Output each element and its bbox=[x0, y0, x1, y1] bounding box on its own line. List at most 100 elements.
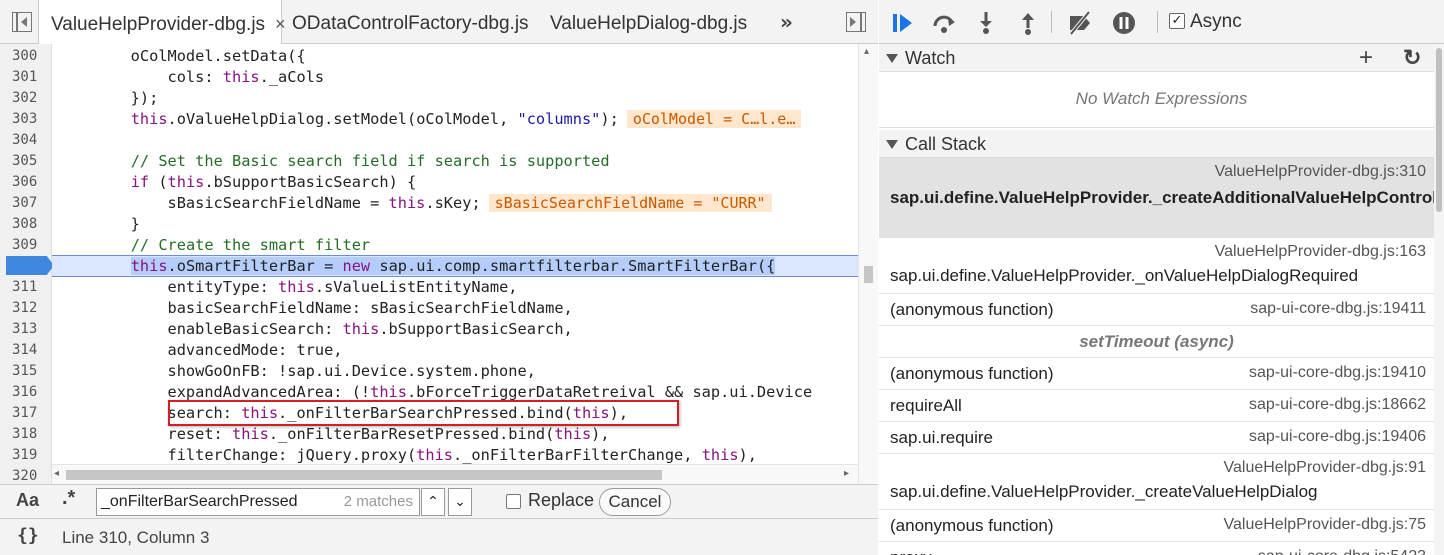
step-over-icon[interactable] bbox=[931, 10, 957, 36]
callstack-frame[interactable]: sap-ui-core-dbg.js:19406 sap.ui.require bbox=[879, 422, 1434, 454]
line-number[interactable]: 313 bbox=[0, 319, 52, 340]
sidebar-scrollbar[interactable] bbox=[1434, 44, 1444, 555]
callstack-frame[interactable]: sap-ui-core-dbg.js:19410 (anonymous funct… bbox=[879, 358, 1434, 390]
toggle-navigator-icon[interactable] bbox=[12, 12, 32, 32]
line-number[interactable]: 312 bbox=[0, 298, 52, 319]
editor-vertical-scrollbar[interactable]: ▴ bbox=[858, 44, 878, 484]
line-number[interactable]: 317 bbox=[0, 403, 52, 424]
callstack-frame[interactable]: sap-ui-core-dbg.js:18662 requireAll bbox=[879, 390, 1434, 422]
scroll-right-icon[interactable]: ▸ bbox=[844, 468, 849, 479]
tab-valuehelpdialog[interactable]: ValueHelpDialog-dbg.js bbox=[550, 0, 747, 44]
callstack-frame[interactable]: sap-ui-core-dbg.js:5423 proxy bbox=[879, 542, 1434, 555]
code-line[interactable]: entityType: this.sValueListEntityName, bbox=[57, 277, 857, 298]
line-number[interactable]: 300 bbox=[0, 46, 52, 67]
line-number[interactable]: 320 bbox=[0, 466, 52, 484]
debugger-toolbar: ✓ Async bbox=[879, 0, 1444, 44]
code-editor[interactable]: 3003013023033043053063073083093103113123… bbox=[0, 44, 878, 484]
frame-location[interactable]: sap-ui-core-dbg.js:19410 bbox=[1249, 364, 1426, 382]
frame-location[interactable]: ValueHelpProvider-dbg.js:75 bbox=[1224, 516, 1426, 534]
code-line[interactable] bbox=[57, 130, 857, 151]
refresh-icon[interactable]: ↻ bbox=[1403, 44, 1421, 72]
callstack-frame[interactable]: ValueHelpProvider-dbg.js:75 (anonymous fu… bbox=[879, 510, 1434, 542]
add-watch-icon[interactable]: + bbox=[1359, 44, 1373, 72]
callstack-section-header[interactable]: Call Stack bbox=[879, 130, 1444, 158]
code-line[interactable]: } bbox=[57, 214, 857, 235]
scroll-thumb[interactable] bbox=[1436, 48, 1442, 212]
code-line[interactable]: this.oSmartFilterBar = new sap.ui.comp.s… bbox=[52, 256, 858, 277]
step-into-icon[interactable] bbox=[973, 10, 999, 36]
code-line[interactable]: }); bbox=[57, 88, 857, 109]
line-number[interactable]: 303 bbox=[0, 109, 52, 130]
line-number[interactable]: 301 bbox=[0, 67, 52, 88]
line-number[interactable]: 311 bbox=[0, 277, 52, 298]
tab-odatacontrolfactory[interactable]: ODataControlFactory-dbg.js bbox=[292, 0, 529, 44]
resume-icon[interactable] bbox=[889, 10, 915, 36]
more-tabs-icon[interactable]: » bbox=[780, 0, 793, 44]
tab-valuehelpprovider[interactable]: ValueHelpProvider-dbg.js × bbox=[38, 0, 286, 45]
frame-location[interactable]: sap-ui-core-dbg.js:19411 bbox=[1250, 300, 1426, 318]
callstack-frame[interactable]: ValueHelpProvider-dbg.js:91 sap.ui.define… bbox=[879, 454, 1434, 510]
close-icon[interactable]: × bbox=[275, 14, 286, 34]
code-line[interactable]: advancedMode: true, bbox=[57, 340, 857, 361]
line-number[interactable]: 316 bbox=[0, 382, 52, 403]
search-prev-button[interactable]: ⌃ bbox=[421, 488, 445, 516]
code-line[interactable]: cols: this._aCols bbox=[57, 67, 857, 88]
code-line[interactable]: filterChange: jQuery.proxy(this._onFilte… bbox=[57, 445, 857, 466]
scroll-up-icon[interactable]: ▴ bbox=[864, 46, 869, 57]
regex-button[interactable]: .* bbox=[62, 487, 75, 510]
code-line[interactable]: // Set the Basic search field if search … bbox=[57, 151, 857, 172]
line-number[interactable]: 318 bbox=[0, 424, 52, 445]
callstack-frame[interactable]: ValueHelpProvider-dbg.js:163 sap.ui.defin… bbox=[879, 238, 1434, 294]
line-number[interactable]: 304 bbox=[0, 130, 52, 151]
code-line[interactable]: showGoOnFB: !sap.ui.Device.system.phone, bbox=[57, 361, 857, 382]
cursor-position: Line 310, Column 3 bbox=[62, 528, 210, 547]
search-next-button[interactable]: ⌄ bbox=[448, 488, 472, 516]
line-number[interactable]: 315 bbox=[0, 361, 52, 382]
replace-checkbox[interactable] bbox=[506, 494, 521, 509]
breakpoint-marker[interactable] bbox=[6, 256, 54, 275]
search-input[interactable]: _onFilterBarSearchPressed 2 matches bbox=[96, 488, 420, 516]
scroll-thumb[interactable] bbox=[66, 470, 662, 480]
toggle-debugger-icon[interactable] bbox=[846, 12, 866, 32]
pause-on-exceptions-icon[interactable] bbox=[1111, 10, 1137, 36]
frame-function-name: sap.ui.define.ValueHelpProvider._createV… bbox=[890, 482, 1318, 501]
line-number[interactable]: 319 bbox=[0, 445, 52, 466]
line-number[interactable]: 307 bbox=[0, 193, 52, 214]
frame-location[interactable]: sap-ui-core-dbg.js:5423 bbox=[1258, 548, 1426, 555]
step-out-icon[interactable] bbox=[1015, 10, 1041, 36]
frame-location[interactable]: ValueHelpProvider-dbg.js:310 bbox=[1215, 163, 1426, 181]
tab-label: ValueHelpProvider-dbg.js bbox=[51, 14, 266, 35]
code-line[interactable]: // Create the smart filter bbox=[57, 235, 857, 256]
line-number[interactable]: 302 bbox=[0, 88, 52, 109]
line-number[interactable]: 306 bbox=[0, 172, 52, 193]
code-line[interactable]: reset: this._onFilterBarResetPressed.bin… bbox=[57, 424, 857, 445]
code-line[interactable]: sBasicSearchFieldName = this.sKey; sBasic… bbox=[57, 193, 857, 214]
code-line[interactable]: oColModel.setData({ bbox=[57, 46, 857, 67]
code-line[interactable]: basicSearchFieldName: sBasicSearchFieldN… bbox=[57, 298, 857, 319]
scroll-left-icon[interactable]: ◂ bbox=[54, 468, 59, 479]
watch-section-header[interactable]: Watch + ↻ bbox=[879, 44, 1444, 72]
frame-function-name: sap.ui.define.ValueHelpProvider._onValue… bbox=[890, 266, 1359, 285]
code-line[interactable]: this.oValueHelpDialog.setModel(oColModel… bbox=[57, 109, 857, 130]
line-number[interactable]: 308 bbox=[0, 214, 52, 235]
editor-horizontal-scrollbar[interactable]: ◂ ▸ bbox=[52, 464, 858, 484]
line-number[interactable]: 314 bbox=[0, 340, 52, 361]
callstack-frame[interactable]: sap-ui-core-dbg.js:19411 (anonymous funct… bbox=[879, 294, 1434, 326]
line-number[interactable]: 309 bbox=[0, 235, 52, 256]
match-case-button[interactable]: Aa bbox=[16, 490, 39, 511]
callstack-frame[interactable]: ValueHelpProvider-dbg.js:310 sap.ui.defin… bbox=[879, 158, 1444, 238]
line-number[interactable]: 305 bbox=[0, 151, 52, 172]
pretty-print-icon[interactable]: {} bbox=[17, 525, 39, 546]
deactivate-breakpoints-icon[interactable] bbox=[1067, 10, 1093, 36]
code-line[interactable]: if (this.bSupportBasicSearch) { bbox=[57, 172, 857, 193]
async-checkbox[interactable]: ✓ bbox=[1169, 13, 1185, 29]
frame-location[interactable]: ValueHelpProvider-dbg.js:91 bbox=[1224, 459, 1426, 477]
debugger-sidebar: ✓ Async Watch + ↻ No Watch Expressions C… bbox=[879, 0, 1444, 555]
frame-location[interactable]: sap-ui-core-dbg.js:18662 bbox=[1249, 396, 1426, 414]
scroll-thumb[interactable] bbox=[864, 266, 873, 283]
frame-location[interactable]: sap-ui-core-dbg.js:19406 bbox=[1249, 428, 1426, 446]
replace-label: Replace bbox=[528, 490, 595, 510]
frame-location[interactable]: ValueHelpProvider-dbg.js:163 bbox=[1215, 243, 1426, 261]
code-line[interactable]: enableBasicSearch: this.bSupportBasicSea… bbox=[57, 319, 857, 340]
cancel-button[interactable]: Cancel bbox=[599, 488, 671, 516]
